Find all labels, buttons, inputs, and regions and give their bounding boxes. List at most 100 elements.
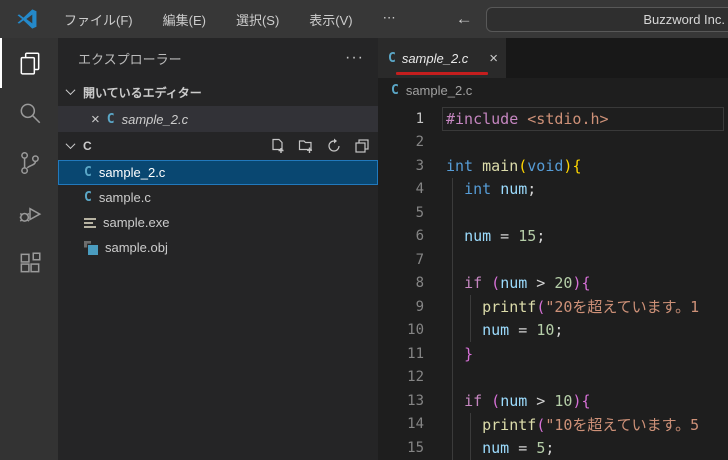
binary-file-icon [84,216,96,230]
code-line-6[interactable]: 6 num = 15; [378,224,728,248]
file-row-sample_2.c[interactable]: Csample_2.c [58,160,378,185]
code-line-9[interactable]: 9 printf("20を超えています。1 [378,295,728,319]
activity-run-debug-button[interactable] [0,188,58,238]
activity-explorer-button[interactable] [0,38,58,88]
new-folder-icon[interactable] [298,138,314,154]
new-file-icon[interactable] [270,138,286,154]
explorer-title: エクスプローラー [78,51,182,67]
code-line-14[interactable]: 14 printf("10を超えています。5 [378,412,728,436]
token: ; [554,321,564,340]
activity-search-button[interactable] [0,88,58,138]
code-line-4[interactable]: 4 int num; [378,177,728,201]
indent-guide [452,389,453,413]
menu-item-1[interactable]: 編集(E) [151,6,218,33]
code-line-1[interactable]: 1 #include <stdio.h> [378,107,728,131]
token: 10 [554,391,573,410]
indent-guide [452,295,453,319]
code-line-11[interactable]: 11 } [378,342,728,366]
token: ( [491,274,501,293]
tab-close-icon[interactable]: × [489,50,498,67]
code-line-13[interactable]: 13 if (num > 10){ [378,389,728,413]
code-text: int num; [446,180,536,198]
indent-guide [452,365,453,389]
close-icon[interactable]: × [91,111,100,128]
menu-item-0[interactable]: ファイル(F) [52,6,145,33]
code-line-5[interactable]: 5 [378,201,728,225]
code-line-7[interactable]: 7 [378,248,728,272]
token: if [464,274,483,293]
token: = [509,438,537,457]
code-editor[interactable]: 1 #include <stdio.h> 2 3 int main(void){4 in… [378,103,728,460]
line-number: 9 [415,298,424,315]
file-row-sample.obj[interactable]: sample.obj [58,235,378,260]
token: ( [536,298,546,317]
line-number: 6 [415,228,424,245]
code-text: num = 10; [446,321,563,339]
file-label: sample.obj [105,240,168,255]
source-control-icon [21,151,39,175]
file-row-sample.exe[interactable]: sample.exe [58,210,378,235]
open-editor-item[interactable]: × Csample_2.c [58,106,378,132]
activity-source-control-button[interactable] [0,138,58,188]
line-number: 13 [407,392,424,409]
token: main [482,156,519,175]
refresh-icon[interactable] [326,138,342,154]
code-line-12[interactable]: 12 [378,365,728,389]
line-number: 14 [407,416,424,433]
file-row-sample.c[interactable]: Csample.c [58,185,378,210]
token: num [500,180,528,199]
folder-section-header[interactable]: C [58,132,378,160]
tab-red-underline-annotation [396,72,488,75]
explorer-file-list: Csample_2.c Csample.c sample.exe sample.obj [58,160,378,260]
code-text: if (num > 20){ [446,274,590,293]
menu-item-2[interactable]: 選択(S) [224,6,291,33]
code-line-3[interactable]: 3 int main(void){ [378,154,728,178]
collapse-all-icon[interactable] [354,138,370,154]
explorer-header: エクスプローラー ··· [58,38,378,78]
token: ; [545,438,555,457]
c-file-icon: C [106,111,115,127]
token: = [491,227,519,246]
token: void [527,156,564,175]
line-number: 4 [415,181,424,198]
indent-guide [452,436,453,460]
code-line-2[interactable]: 2 [378,131,728,155]
line-number: 15 [407,439,424,456]
token: num [464,227,492,246]
code-text: if (num > 10){ [446,391,591,410]
code-line-8[interactable]: 8 if (num > 20){ [378,271,728,295]
menu-item-4[interactable]: ⋯ [371,6,408,33]
open-editors-list: × Csample_2.c [58,106,378,132]
tab-sample-2-c[interactable]: C sample_2.c × [378,38,506,78]
token: <stdio.h> [527,109,609,128]
breadcrumb-file: sample_2.c [405,83,473,98]
explorer-more-actions-icon[interactable]: ··· [345,49,364,67]
indent-guide [452,412,453,436]
folder-actions [270,138,370,154]
editor-group: C sample_2.c × C sample_2.c 1 #include <s… [378,38,728,460]
back-icon[interactable]: ← [456,9,473,29]
token: num [482,321,510,340]
token: if [464,391,483,410]
token: ( [491,391,501,410]
titlebar: ファイル(F)編集(E)選択(S)表示(V)⋯ ← → Buzzword Inc… [0,0,728,38]
token: 20 [554,274,573,293]
tab-label: sample_2.c [401,50,469,66]
token: { [581,391,591,410]
open-editors-section-header[interactable]: 開いているエディター [58,78,378,106]
indent-guide [470,318,471,342]
code-line-10[interactable]: 10 num = 10; [378,318,728,342]
code-text: num = 5; [446,439,554,457]
menu-item-3[interactable]: 表示(V) [297,6,364,33]
breadcrumb[interactable]: C sample_2.c [378,78,728,103]
token: num [500,274,528,293]
activity-extensions-button[interactable] [0,238,58,288]
line-number: 11 [407,345,424,362]
command-center-search[interactable]: Buzzword Inc. [486,7,728,32]
code-line-15[interactable]: 15 num = 5; [378,436,728,460]
code-text: int main(void){ [446,157,581,175]
